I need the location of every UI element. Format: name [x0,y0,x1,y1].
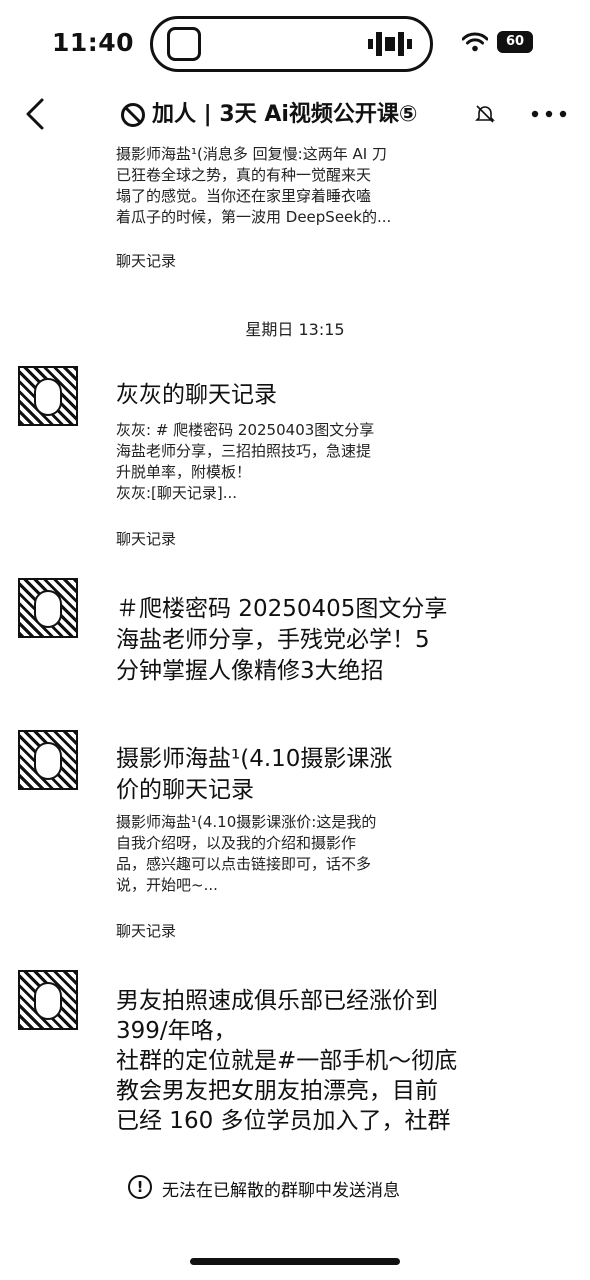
wifi-icon [462,32,488,52]
date-separator: 星期日 13:15 [245,320,345,339]
preview-line: 说，开始吧~... [116,876,218,894]
exclamation-circle-icon: ! [128,1175,152,1199]
preview-line: 摄影师海盐¹(消息多 回复慢:这两年 AI 刀 [116,145,387,163]
message-title[interactable]: 灰灰的聊天记录 [116,380,496,411]
waveform-icon [368,32,412,56]
avatar[interactable] [18,366,78,426]
preview-line: 灰灰: # 爬楼密码 20250403图文分享 [116,421,375,439]
chat-title[interactable]: 加人 | 3天 Ai视频公开课⑤ [152,96,418,128]
preview-line: 灰灰:[聊天记录]... [116,484,238,502]
message-title[interactable]: 摄影师海盐¹(4.10摄影课涨 价的聊天记录 [116,744,496,806]
status-bar: 11:40 60 [0,0,590,88]
battery-indicator: 60 [497,31,533,53]
preview-line: 塌了的感觉。当你还在家里穿着睡衣嗑 [116,187,372,205]
chat-header: 加人 | 3天 Ai视频公开课⑤ [0,88,590,140]
preview-line: 着瓜子的时候，第一波用 DeepSeek的... [116,208,392,226]
message-line: 社群的定位就是#一部手机～彻底 [116,1048,458,1074]
chat-record-label: 聊天记录 [116,530,177,548]
forwarded-preview[interactable]: 摄影师海盐¹(4.10摄影课涨价:这是我的 自我介绍呀，以及我的介绍和摄影作 品… [116,812,476,896]
more-options-button[interactable] [526,96,572,132]
status-time: 11:40 [52,28,135,57]
dynamic-island[interactable] [150,16,433,72]
avatar[interactable] [18,578,78,638]
preview-line: 升脱单率，附模板！ [116,463,252,481]
message-line: 分钟掌握人像精修3大绝招 [116,658,384,684]
preview-line: 摄影师海盐¹(4.10摄影课涨价:这是我的 [116,813,377,831]
preview-line: 自我介绍呀，以及我的介绍和摄影作 [116,834,357,852]
message-text[interactable]: ＃爬楼密码 20250405图文分享 海盐老师分享，手残党必学！5 分钟掌握人像… [116,594,496,687]
message-line: ＃爬楼密码 20250405图文分享 [116,596,448,622]
preview-line: 已狂卷全球之势，真的有种一觉醒来天 [116,166,372,184]
message-line: 399/年咯， [116,1018,237,1044]
chat-record-label: 聊天记录 [116,922,177,940]
message-line: 价的聊天记录 [116,777,254,803]
app-activity-icon [167,27,201,61]
avatar[interactable] [18,970,78,1030]
block-icon [121,103,145,127]
notice-text: 无法在已解散的群聊中发送消息 [162,1181,400,1201]
message-text[interactable]: 男友拍照速成俱乐部已经涨价到 399/年咯， 社群的定位就是#一部手机～彻底 教… [116,986,496,1136]
message-line: 摄影师海盐¹(4.10摄影课涨 [116,746,393,772]
preview-line: 品，感兴趣可以点击链接即可，话不多 [116,855,372,873]
forwarded-preview[interactable]: 摄影师海盐¹(消息多 回复慢:这两年 AI 刀 已狂卷全球之势，真的有种一觉醒来… [116,144,476,228]
message-line: 海盐老师分享，手残党必学！5 [116,627,430,653]
message-line: 已经 160 多位学员加入了，社群 [116,1108,451,1134]
message-line: 教会男友把女朋友拍漂亮，目前 [116,1078,438,1104]
disbanded-group-notice: ! 无法在已解散的群聊中发送消息 [0,1172,590,1204]
preview-line: 海盐老师分享，三招拍照技巧，急速提 [116,442,372,460]
bell-slash-icon [475,105,495,123]
forwarded-preview[interactable]: 灰灰: # 爬楼密码 20250403图文分享 海盐老师分享，三招拍照技巧，急速… [116,420,476,504]
home-indicator[interactable] [190,1258,400,1265]
avatar[interactable] [18,730,78,790]
back-button[interactable] [18,94,54,134]
message-line: 男友拍照速成俱乐部已经涨价到 [116,988,438,1014]
chat-record-label: 聊天记录 [116,252,177,270]
